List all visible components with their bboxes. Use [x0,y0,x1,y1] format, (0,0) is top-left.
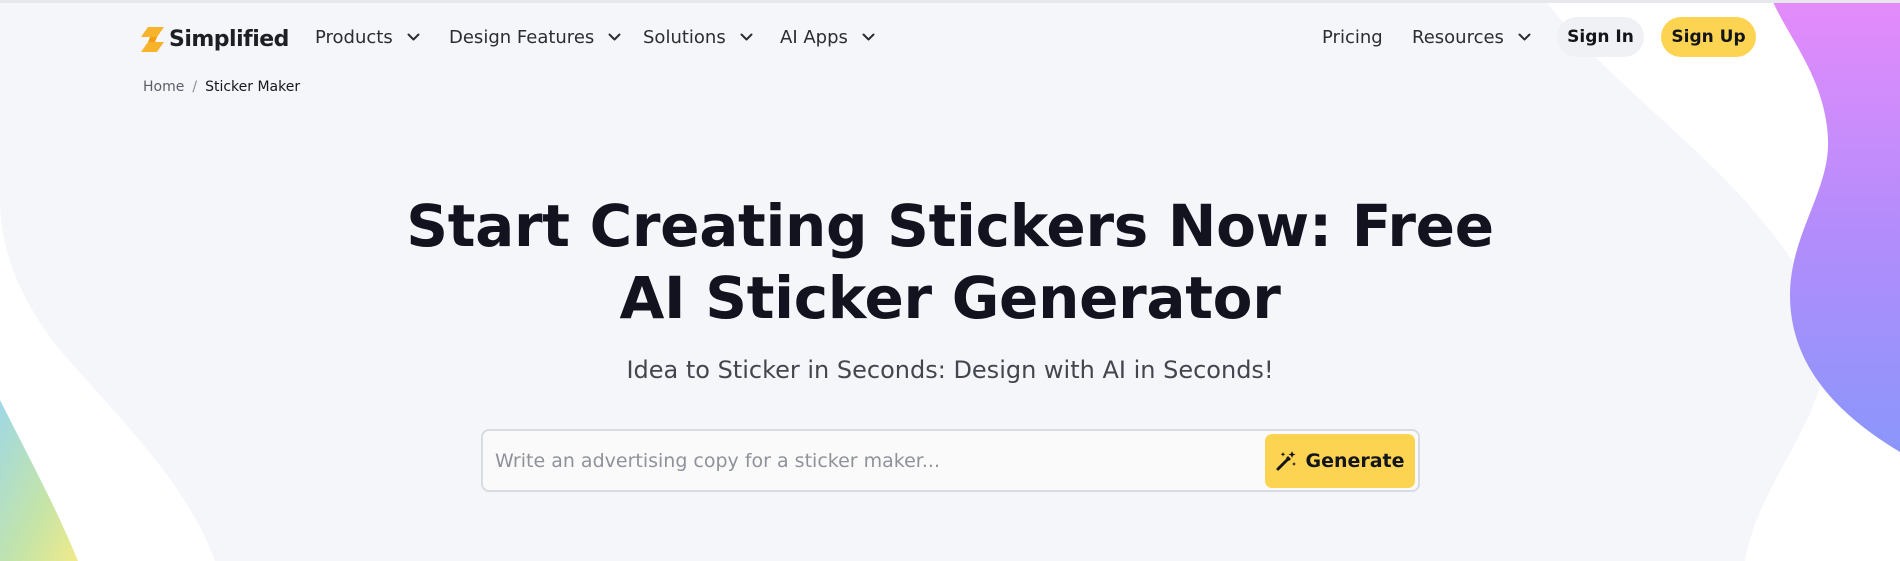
chevron-down-icon [740,33,753,40]
nav-ai-apps-label: AI Apps [780,26,848,48]
nav-ai-apps[interactable]: AI Apps [780,24,875,50]
sign-in-button[interactable]: Sign In [1557,17,1644,57]
nav-resources-label: Resources [1412,26,1504,48]
nav-design-features-label: Design Features [449,26,595,48]
top-border [0,0,1900,3]
chevron-down-icon [608,33,621,40]
page: Simplified Products Design Features Solu… [0,0,1900,561]
nav-products[interactable]: Products [315,24,420,50]
page-title-line-2: AI Sticker Generator [619,264,1281,332]
nav-design-features[interactable]: Design Features [449,24,621,50]
prompt-generator-box: Generate [481,429,1420,492]
nav-pricing-label: Pricing [1322,26,1383,48]
page-title: Start Creating Stickers Now: Free AI Sti… [400,190,1500,334]
generate-button-label: Generate [1305,450,1405,472]
nav-resources[interactable]: Resources [1412,24,1531,50]
brand-name: Simplified [169,26,289,52]
top-navbar: Simplified Products Design Features Solu… [0,0,1900,74]
breadcrumb-current: Sticker Maker [205,79,301,95]
brand-logo[interactable]: Simplified [140,24,289,54]
nav-pricing[interactable]: Pricing [1322,24,1383,50]
nav-solutions[interactable]: Solutions [643,24,753,50]
magic-wand-icon [1276,451,1297,471]
simplified-logo-icon [141,26,164,52]
breadcrumb-separator: / [192,79,198,95]
breadcrumb-home-link[interactable]: Home [143,79,184,95]
chevron-down-icon [1518,33,1531,40]
prompt-input[interactable] [495,439,1275,483]
chevron-down-icon [862,33,875,40]
generate-button[interactable]: Generate [1265,434,1415,488]
page-subtitle: Idea to Sticker in Seconds: Design with … [626,356,1274,384]
nav-products-label: Products [315,26,393,48]
chevron-down-icon [407,33,420,40]
nav-solutions-label: Solutions [643,26,726,48]
sign-up-button[interactable]: Sign Up [1661,17,1756,57]
breadcrumb: Home / Sticker Maker [143,79,300,95]
page-title-line-1: Start Creating Stickers Now: Free [406,192,1494,260]
